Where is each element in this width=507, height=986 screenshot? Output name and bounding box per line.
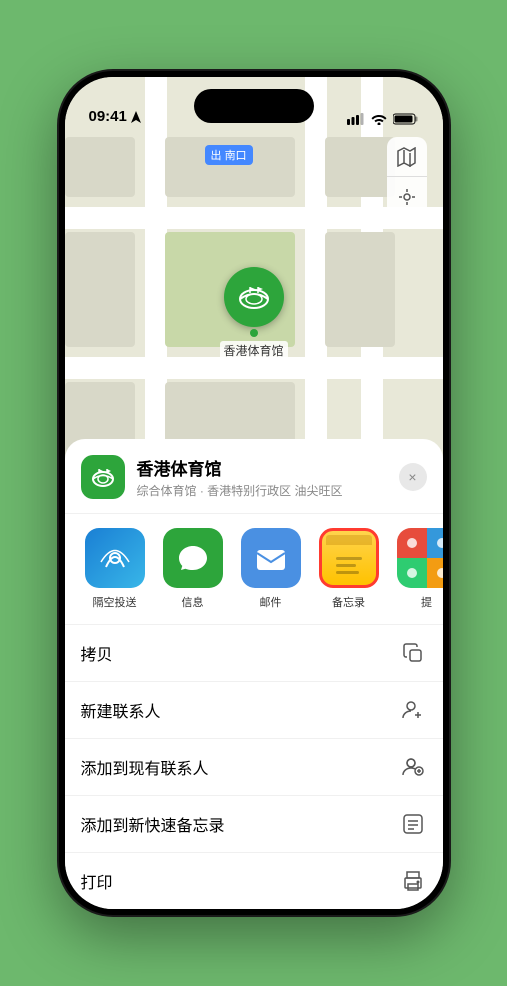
share-item-messages[interactable]: 信息 [159,528,227,610]
map-road-h2 [65,357,443,379]
action-new-contact-label: 新建联系人 [81,698,161,722]
action-print-label: 打印 [81,869,113,893]
more-green [397,558,427,588]
more-orange-dot [437,568,443,578]
dynamic-island [194,89,314,123]
map-road-v2 [305,77,327,497]
notes-line3 [336,571,359,574]
action-copy-label: 拷贝 [81,641,113,665]
person-add-icon [399,696,427,724]
share-item-mail[interactable]: 邮件 [237,528,305,610]
map-label-prefix: 出 [211,150,225,162]
map-area: 出 南口 [65,77,443,497]
more-blue-dot [437,538,443,548]
close-button[interactable]: × [399,463,427,491]
status-icons [347,113,419,125]
pin-dot [250,329,258,337]
more-red-dot [407,538,417,548]
airdrop-icon [85,528,145,588]
share-row: 隔空投送 信息 [65,514,443,625]
bottom-sheet: 香港体育馆 综合体育馆 · 香港特别行政区 油尖旺区 × 隔 [65,439,443,909]
notes-line2 [336,564,357,567]
share-item-more[interactable]: 提 [393,528,443,610]
location-button[interactable] [387,177,427,217]
copy-icon [399,639,427,667]
more-icon-grid [397,528,443,558]
notes-line1 [336,557,362,560]
location-arrow-icon [131,111,141,123]
action-new-contact[interactable]: 新建联系人 [65,682,443,739]
more-red [397,528,427,558]
phone-frame: 09:41 [59,71,449,915]
venue-info: 香港体育馆 综合体育馆 · 香港特别行政区 油尖旺区 [137,455,399,499]
map-controls[interactable] [387,137,427,217]
map-block5 [65,137,135,197]
signal-icon [347,113,365,125]
map-type-button[interactable] [387,137,427,177]
stadium-pin: 香港体育馆 [220,267,288,360]
action-add-existing-label: 添加到现有联系人 [81,755,209,779]
notes-icon [319,528,379,588]
messages-label: 信息 [182,594,204,610]
share-item-notes[interactable]: 备忘录 [315,528,383,610]
action-list: 拷贝 新建联系人 [65,625,443,909]
action-add-notes-label: 添加到新快速备忘录 [81,812,225,836]
airdrop-label: 隔空投送 [93,594,137,610]
more-blue [427,528,443,558]
map-block6 [65,232,135,347]
messages-icon [163,528,223,588]
person-plus-icon [399,753,427,781]
note-icon [399,810,427,838]
mail-icon [241,528,301,588]
wifi-icon [371,113,387,125]
venue-header: 香港体育馆 综合体育馆 · 香港特别行政区 油尖旺区 × [65,455,443,514]
battery-icon [393,113,419,125]
mail-label: 邮件 [260,594,282,610]
more-green-dot [407,568,417,578]
map-station-label: 出 南口 [205,145,253,165]
notes-label: 备忘录 [332,594,365,610]
map-block3 [325,232,395,347]
notes-lines [328,549,370,580]
more-icon [397,528,443,588]
map-block2 [325,137,395,197]
share-item-airdrop[interactable]: 隔空投送 [81,528,149,610]
notes-top-bar [326,535,372,545]
printer-icon [399,867,427,895]
map-label-text: 南口 [225,150,247,162]
more-label: 提 [421,594,432,610]
map-road-v1 [145,77,167,497]
status-time: 09:41 [89,108,127,125]
more-orange [427,558,443,588]
action-copy[interactable]: 拷贝 [65,625,443,682]
action-add-notes[interactable]: 添加到新快速备忘录 [65,796,443,853]
action-print[interactable]: 打印 [65,853,443,909]
venue-name: 香港体育馆 [137,455,399,480]
pin-circle [224,267,284,327]
more-icon-bottom [397,558,443,588]
venue-icon [81,455,125,499]
action-add-existing[interactable]: 添加到现有联系人 [65,739,443,796]
venue-subtitle: 综合体育馆 · 香港特别行政区 油尖旺区 [137,482,399,499]
pin-label: 香港体育馆 [220,341,288,360]
phone-screen: 09:41 [65,77,443,909]
